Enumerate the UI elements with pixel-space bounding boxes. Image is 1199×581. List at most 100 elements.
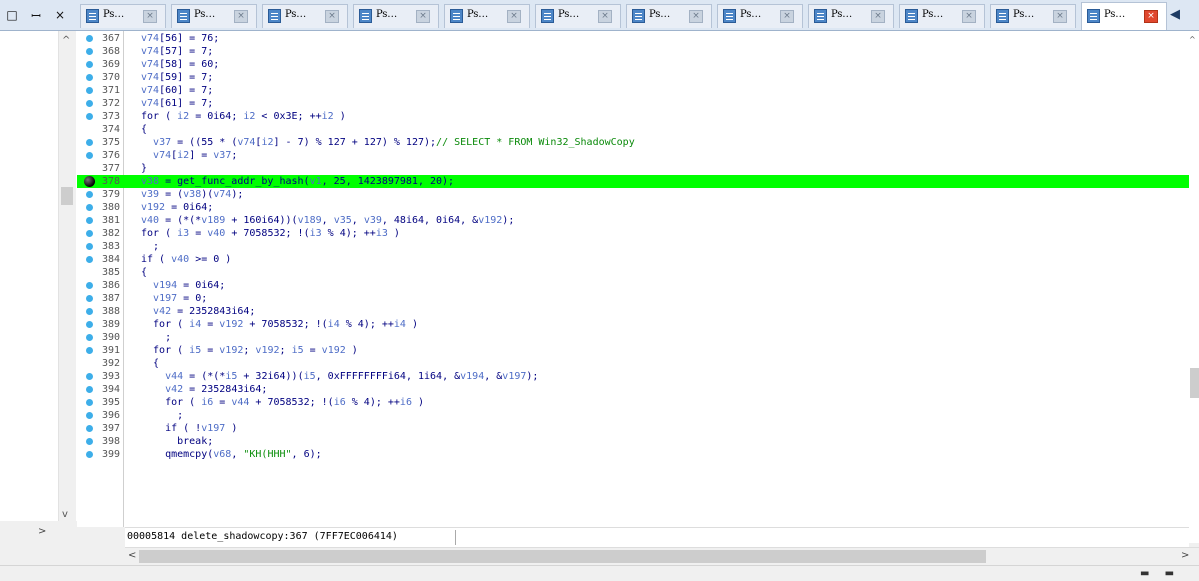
line-marker-icon[interactable] bbox=[86, 373, 93, 380]
line-marker-icon[interactable] bbox=[86, 451, 93, 458]
line-marker-icon[interactable] bbox=[86, 100, 93, 107]
tab-pseudocode[interactable]: Ps… × bbox=[990, 4, 1076, 28]
code-line[interactable]: 376 v74[i2] = v37; bbox=[77, 149, 1189, 162]
line-marker-icon[interactable] bbox=[86, 295, 93, 302]
line-marker-icon[interactable] bbox=[86, 399, 93, 406]
code-line[interactable]: 368 v74[57] = 7; bbox=[77, 45, 1189, 58]
tab-pseudocode[interactable]: Ps… × bbox=[626, 4, 712, 28]
restore-icon[interactable]: □ bbox=[6, 8, 18, 22]
line-marker-icon[interactable] bbox=[86, 256, 93, 263]
code-line[interactable]: 386 v194 = 0i64; bbox=[77, 279, 1189, 292]
tab-close-icon[interactable]: × bbox=[780, 10, 794, 23]
code-line[interactable]: 385 { bbox=[77, 266, 1189, 279]
tab-close-icon[interactable]: × bbox=[143, 10, 157, 23]
tab-pseudocode[interactable]: Ps… × bbox=[808, 4, 894, 28]
code-line[interactable]: 389 for ( i4 = v192 + 7058532; !(i4 % 4)… bbox=[77, 318, 1189, 331]
line-marker-icon[interactable] bbox=[86, 386, 93, 393]
code-line[interactable]: 383 ; bbox=[77, 240, 1189, 253]
scroll-up-icon[interactable]: ^ bbox=[1189, 35, 1196, 44]
line-marker-icon[interactable] bbox=[86, 334, 93, 341]
tab-close-icon[interactable]: × bbox=[598, 10, 612, 23]
code-line[interactable]: 397 if ( !v197 ) bbox=[77, 422, 1189, 435]
panel-toggle-icons[interactable]: ▬ ▬ bbox=[1140, 568, 1180, 579]
line-marker-icon[interactable] bbox=[86, 48, 93, 55]
code-line[interactable]: 398 break; bbox=[77, 435, 1189, 448]
tab-close-icon[interactable]: × bbox=[234, 10, 248, 23]
scroll-right-icon[interactable]: > bbox=[1181, 550, 1189, 561]
line-marker-icon[interactable] bbox=[86, 139, 93, 146]
code-line[interactable]: 394 v42 = 2352843i64; bbox=[77, 383, 1189, 396]
left-vertical-scrollbar[interactable]: ^ v bbox=[58, 31, 76, 521]
code-line[interactable]: 380 v192 = 0i64; bbox=[77, 201, 1189, 214]
line-marker-icon[interactable] bbox=[86, 438, 93, 445]
line-marker-icon[interactable] bbox=[86, 191, 93, 198]
code-line[interactable]: 393 v44 = (*(*i5 + 32i64))(i5, 0xFFFFFFF… bbox=[77, 370, 1189, 383]
tab-pseudocode[interactable]: Ps… × bbox=[444, 4, 530, 28]
line-marker-icon[interactable] bbox=[86, 425, 93, 432]
line-marker-icon[interactable] bbox=[86, 204, 93, 211]
tab-close-icon[interactable]: × bbox=[1053, 10, 1067, 23]
scroll-thumb[interactable] bbox=[1190, 368, 1199, 398]
code-line[interactable]: 377} bbox=[77, 162, 1189, 175]
code-line[interactable]: 372 v74[61] = 7; bbox=[77, 97, 1189, 110]
code-line[interactable]: 391 for ( i5 = v192; v192; i5 = v192 ) bbox=[77, 344, 1189, 357]
tab-close-icon[interactable]: × bbox=[416, 10, 430, 23]
code-line[interactable]: 388 v42 = 2352843i64; bbox=[77, 305, 1189, 318]
code-line[interactable]: 374 { bbox=[77, 123, 1189, 136]
tab-scroll-left-icon[interactable]: ◀ bbox=[1170, 4, 1199, 26]
code-line[interactable]: 379 v39 = (v38)(v74); bbox=[77, 188, 1189, 201]
pseudocode-view[interactable]: 367 v74[56] = 76; 368 v74[57] = 7; 369 v74[58… bbox=[77, 31, 1199, 527]
tab-pseudocode[interactable]: Ps… × bbox=[80, 4, 166, 28]
tab-pseudocode[interactable]: Ps… × bbox=[717, 4, 803, 28]
code-line[interactable]: 387 v197 = 0; bbox=[77, 292, 1189, 305]
tab-close-icon[interactable]: × bbox=[689, 10, 703, 23]
tab-close-icon[interactable]: × bbox=[871, 10, 885, 23]
code-horizontal-scrollbar[interactable]: < > bbox=[125, 547, 1199, 565]
code-line[interactable]: 369 v74[58] = 60; bbox=[77, 58, 1189, 71]
scroll-thumb[interactable] bbox=[61, 187, 73, 205]
line-marker-icon[interactable] bbox=[86, 74, 93, 81]
left-horizontal-scrollbar[interactable]: > bbox=[0, 521, 77, 543]
tab-close-icon[interactable]: × bbox=[507, 10, 521, 23]
line-marker-icon[interactable] bbox=[86, 347, 93, 354]
pin-icon[interactable]: ꟷ bbox=[30, 7, 42, 24]
tab-pseudocode[interactable]: Ps… × bbox=[899, 4, 985, 28]
line-marker-icon[interactable] bbox=[86, 230, 93, 237]
scroll-down-icon[interactable]: v bbox=[62, 509, 68, 520]
scroll-up-icon[interactable]: ^ bbox=[62, 35, 70, 46]
tab-pseudocode[interactable]: Ps… × bbox=[535, 4, 621, 28]
code-line[interactable]: 381 v40 = (*(*v189 + 160i64))(v189, v35, … bbox=[77, 214, 1189, 227]
code-line[interactable]: 396 ; bbox=[77, 409, 1189, 422]
line-marker-icon[interactable] bbox=[86, 87, 93, 94]
code-line[interactable]: 399 qmemcpy(v68, "KH(HHH", 6); bbox=[77, 448, 1189, 461]
line-marker-icon[interactable] bbox=[86, 282, 93, 289]
line-marker-icon[interactable] bbox=[86, 243, 93, 250]
line-marker-icon[interactable] bbox=[86, 412, 93, 419]
code-line[interactable]: 390 ; bbox=[77, 331, 1189, 344]
tab-pseudocode[interactable]: Ps… × bbox=[262, 4, 348, 28]
line-marker-icon[interactable] bbox=[86, 152, 93, 159]
tab-pseudocode[interactable]: Ps… × bbox=[171, 4, 257, 28]
code-vertical-scrollbar[interactable]: ^ bbox=[1189, 31, 1199, 543]
line-marker-icon[interactable] bbox=[86, 217, 93, 224]
close-icon[interactable]: × bbox=[54, 8, 66, 22]
line-marker-icon[interactable] bbox=[86, 321, 93, 328]
highlighted-code-line[interactable]: 378 v38 = get_func_addr_by_hash(v1, 25, 1… bbox=[77, 175, 1189, 188]
code-line[interactable]: 371 v74[60] = 7; bbox=[77, 84, 1189, 97]
code-line[interactable]: 384 if ( v40 >= 0 ) bbox=[77, 253, 1189, 266]
code-line[interactable]: 392 { bbox=[77, 357, 1189, 370]
line-marker-icon[interactable] bbox=[86, 113, 93, 120]
scroll-thumb[interactable] bbox=[139, 550, 986, 563]
scroll-right-icon[interactable]: > bbox=[38, 526, 46, 537]
code-line[interactable]: 373 for ( i2 = 0i64; i2 < 0x3E; ++i2 ) bbox=[77, 110, 1189, 123]
code-line[interactable]: 370 v74[59] = 7; bbox=[77, 71, 1189, 84]
line-marker-icon[interactable] bbox=[86, 61, 93, 68]
scroll-left-icon[interactable]: < bbox=[128, 550, 136, 561]
line-marker-icon[interactable] bbox=[86, 308, 93, 315]
line-marker-icon[interactable] bbox=[86, 35, 93, 42]
tab-close-icon[interactable]: × bbox=[325, 10, 339, 23]
code-line[interactable]: 375 v37 = ((55 * (v74[i2] - 7) % 127 + 1… bbox=[77, 136, 1189, 149]
tab-close-icon[interactable]: × bbox=[962, 10, 976, 23]
breakpoint-icon[interactable] bbox=[84, 176, 95, 187]
code-line[interactable]: 382 for ( i3 = v40 + 7058532; !(i3 % 4); … bbox=[77, 227, 1189, 240]
